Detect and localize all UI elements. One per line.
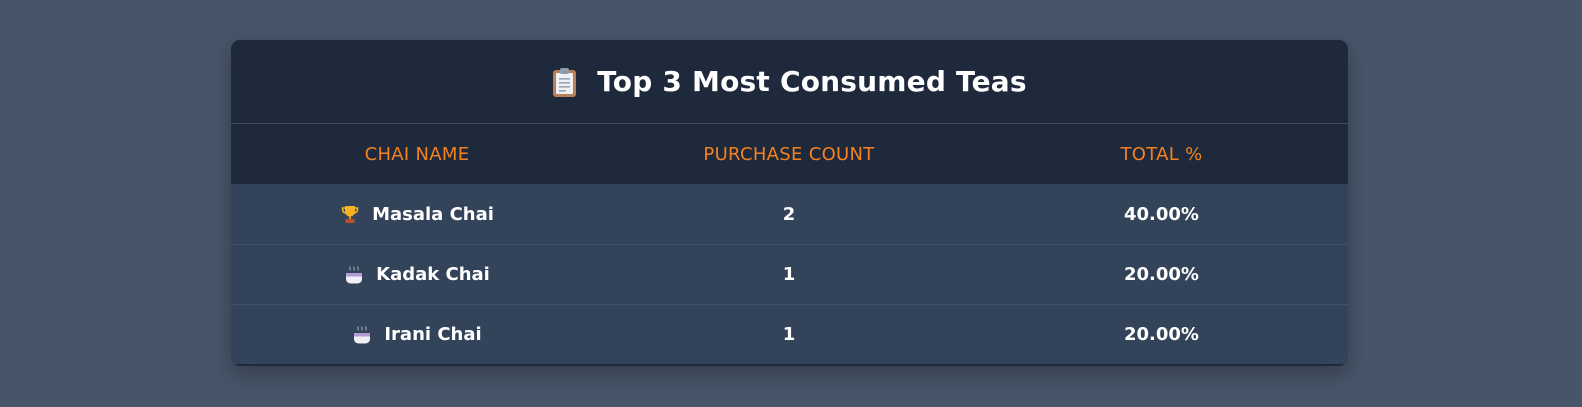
chai-name-cell: Kadak Chai xyxy=(231,264,603,285)
trophy-icon xyxy=(341,206,359,223)
total-percent-cell: 20.00% xyxy=(1124,324,1199,345)
clipboard-icon xyxy=(553,68,577,97)
chai-name-cell: Masala Chai xyxy=(231,204,603,225)
top-teas-card: Top 3 Most Consumed Teas CHAI NAME PURCH… xyxy=(231,40,1348,366)
purchase-count-cell: 1 xyxy=(782,324,796,345)
purchase-count-cell: 1 xyxy=(782,264,796,285)
chai-name: Irani Chai xyxy=(384,324,482,345)
column-header-total-percent: TOTAL % xyxy=(1120,143,1203,165)
chai-name: Kadak Chai xyxy=(376,264,490,285)
chai-name: Masala Chai xyxy=(372,203,494,225)
page-title: Top 3 Most Consumed Teas xyxy=(597,65,1027,98)
total-percent-cell: 40.00% xyxy=(1124,203,1199,225)
column-header-chai-name: CHAI NAME xyxy=(364,143,470,165)
table-row: Irani Chai 1 20.00% xyxy=(231,304,1348,364)
column-header-purchase-count: PURCHASE COUNT xyxy=(703,143,875,165)
table-row: Kadak Chai 1 20.00% xyxy=(231,244,1348,304)
purchase-count-cell: 2 xyxy=(782,203,796,225)
chai-name-cell: Irani Chai xyxy=(231,324,603,345)
table-header-row: CHAI NAME PURCHASE COUNT TOTAL % xyxy=(231,124,1348,184)
tea-cup-icon xyxy=(354,325,371,343)
card-header: Top 3 Most Consumed Teas xyxy=(231,40,1348,124)
table-body: Masala Chai 2 40.00% Kadak Chai 1 20.00% xyxy=(231,184,1348,364)
tea-cup-icon xyxy=(346,265,363,283)
table-row: Masala Chai 2 40.00% xyxy=(231,184,1348,244)
total-percent-cell: 20.00% xyxy=(1124,264,1199,285)
